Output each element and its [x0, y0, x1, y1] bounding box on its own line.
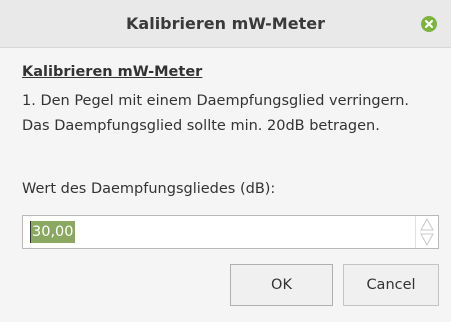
- triangle-up-icon: [420, 217, 434, 231]
- close-button[interactable]: [421, 16, 437, 32]
- instruction-line-1: 1. Den Pegel mit einem Daempfungsglied v…: [22, 93, 410, 109]
- close-icon: [425, 20, 433, 28]
- titlebar: Kalibrieren mW-Meter: [0, 0, 451, 48]
- section-heading: Kalibrieren mW-Meter: [22, 64, 203, 80]
- window-title: Kalibrieren mW-Meter: [126, 14, 325, 33]
- calibration-dialog: Kalibrieren mW-Meter Kalibrieren mW-Mete…: [0, 0, 451, 322]
- spin-down-button[interactable]: [416, 232, 438, 248]
- attenuation-input[interactable]: 30,00: [30, 221, 75, 243]
- cancel-button[interactable]: Cancel: [343, 264, 439, 306]
- attenuation-label: Wert des Daempfungsgliedes (dB):: [22, 181, 276, 197]
- instruction-line-2: Das Daempfungsglied sollte min. 20dB bet…: [22, 118, 380, 134]
- ok-button[interactable]: OK: [230, 264, 333, 306]
- spin-up-button[interactable]: [416, 216, 438, 232]
- attenuation-spinbox[interactable]: 30,00: [22, 215, 439, 249]
- spin-buttons: [415, 216, 438, 248]
- triangle-down-icon: [420, 233, 434, 247]
